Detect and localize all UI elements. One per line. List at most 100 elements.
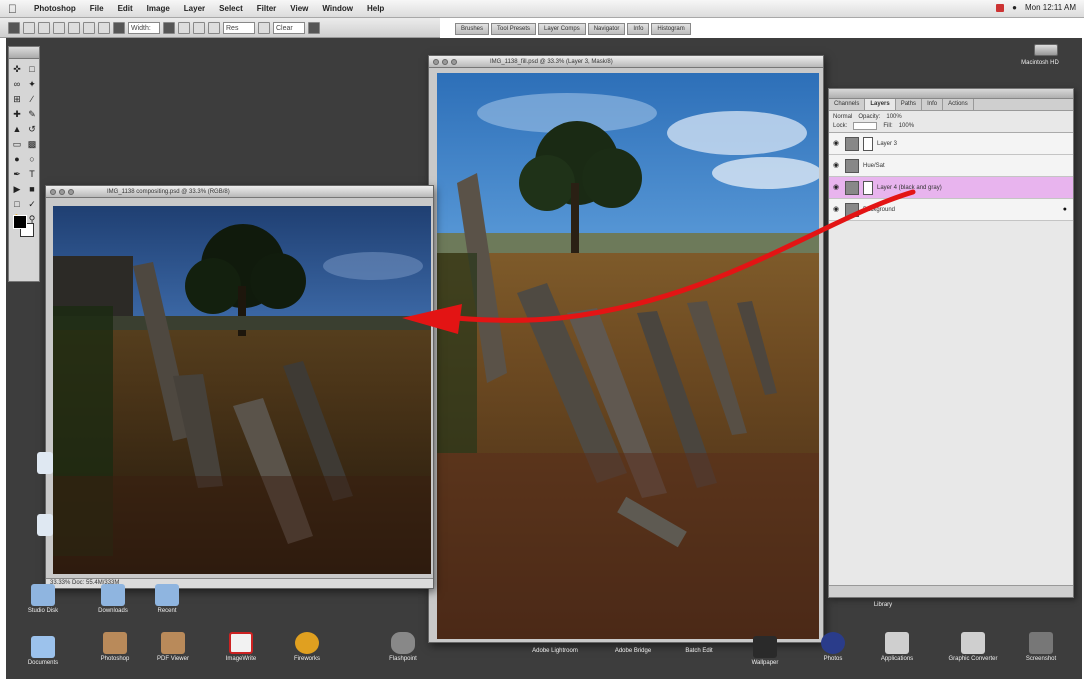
clear-button[interactable]: Clear [273, 21, 305, 34]
option-button[interactable] [98, 21, 110, 34]
path-select-icon[interactable]: ▶ [10, 182, 24, 196]
desktop-icon[interactable]: Flashpoint [368, 632, 438, 662]
well-tab-brushes[interactable]: Brushes [455, 23, 490, 35]
document-canvas-photo[interactable] [53, 206, 431, 574]
well-tab-info[interactable]: Info [627, 23, 650, 35]
desktop-icon[interactable]: Recent [132, 584, 202, 614]
option-button[interactable] [23, 21, 35, 34]
menu-select[interactable]: Select [212, 4, 250, 13]
pen-tool-icon[interactable]: ✒ [10, 167, 24, 181]
desktop-icon[interactable]: Studio Disk [8, 584, 78, 614]
lasso-tool-icon[interactable]: ∞ [10, 77, 24, 91]
hard-drive-icon[interactable] [1034, 44, 1058, 56]
history-brush-icon[interactable]: ↺ [25, 122, 39, 136]
menu-view[interactable]: View [283, 4, 315, 13]
layer-mask-thumbnail[interactable] [863, 180, 873, 195]
fill-field[interactable]: 100% [899, 123, 914, 129]
marquee-tool-icon[interactable]: □ [25, 62, 39, 76]
gradient-tool-icon[interactable]: ▩ [25, 137, 39, 151]
well-tab-tool-presets[interactable]: Tool Presets [491, 23, 537, 35]
zoom-window-icon[interactable] [68, 188, 74, 195]
tab-layers[interactable]: Layers [865, 99, 896, 110]
option-button[interactable] [258, 21, 270, 34]
shape-tool-icon[interactable]: ■ [25, 182, 39, 196]
foreground-color-swatch[interactable] [13, 215, 27, 229]
option-button[interactable] [83, 21, 95, 34]
slice-tool-icon[interactable]: ∕ [25, 92, 39, 106]
minimize-window-icon[interactable] [59, 188, 65, 195]
minimize-window-icon[interactable] [442, 58, 448, 65]
desktop-icon[interactable]: Fireworks [272, 632, 342, 662]
eyedropper-icon[interactable]: ✓ [25, 197, 39, 211]
layer-row[interactable]: ◉ Background ● [829, 199, 1073, 221]
desktop-icon[interactable]: Documents [8, 636, 78, 666]
crop-tool-icon[interactable] [8, 21, 20, 34]
magic-wand-icon[interactable]: ✦ [25, 77, 39, 91]
crop-tool-icon[interactable]: ⊞ [10, 92, 24, 106]
menu-photoshop[interactable]: Photoshop [27, 4, 83, 13]
toolbox-titlebar[interactable] [9, 47, 39, 59]
option-button[interactable] [178, 21, 190, 34]
apple-menu-icon[interactable]:  [8, 2, 17, 16]
layers-panel-titlebar[interactable] [829, 89, 1073, 99]
input-flag-icon[interactable] [996, 3, 1005, 12]
tab-info[interactable]: Info [922, 99, 944, 110]
zoom-window-icon[interactable] [451, 58, 457, 65]
healing-brush-icon[interactable]: ✚ [10, 107, 24, 121]
menu-edit[interactable]: Edit [111, 4, 140, 13]
menu-help[interactable]: Help [360, 4, 391, 13]
desktop-icon[interactable]: Library [848, 600, 918, 608]
desktop-icon[interactable]: Wallpaper [730, 636, 800, 666]
well-tab-histogram[interactable]: Histogram [651, 23, 691, 35]
desktop-icon[interactable]: ImageWrite [206, 632, 276, 662]
notes-tool-icon[interactable]: □ [10, 197, 24, 211]
desktop-icon[interactable] [10, 514, 80, 536]
move-tool-icon[interactable]: ✜ [10, 62, 24, 76]
layer-row-selected[interactable]: ◉ Layer 4 (black and gray) [829, 177, 1073, 199]
close-window-icon[interactable] [50, 188, 56, 195]
desktop-icon[interactable]: Screenshot [1006, 632, 1076, 662]
blur-tool-icon[interactable]: ● [10, 152, 24, 166]
dodge-tool-icon[interactable]: ○ [25, 152, 39, 166]
document-canvas-photo[interactable] [437, 73, 819, 639]
option-button[interactable] [53, 21, 65, 34]
menu-filter[interactable]: Filter [250, 4, 284, 13]
menu-image[interactable]: Image [140, 4, 177, 13]
lock-toggles[interactable] [853, 121, 878, 130]
desktop-icon[interactable]: Photos [798, 632, 868, 662]
tab-actions[interactable]: Actions [943, 99, 974, 110]
option-button[interactable] [208, 21, 220, 34]
option-button[interactable] [38, 21, 50, 34]
menu-clock[interactable]: Mon 12:11 AM [1025, 3, 1076, 12]
option-button[interactable] [193, 21, 205, 34]
desktop-icon[interactable]: PDF Viewer [138, 632, 208, 662]
volume-icon[interactable]: ● [1012, 3, 1017, 12]
desktop-icon[interactable] [10, 452, 80, 474]
option-button[interactable] [308, 21, 320, 34]
close-window-icon[interactable] [433, 58, 439, 65]
menu-window[interactable]: Window [315, 4, 360, 13]
width-field[interactable]: Width: [128, 21, 160, 34]
type-tool-icon[interactable]: T [25, 167, 39, 181]
eye-icon[interactable]: ◉ [833, 206, 841, 214]
desktop-icon[interactable]: Adobe Lightroom [520, 646, 590, 654]
document-titlebar[interactable]: IMG_1138_fill.psd @ 33.3% (Layer 3, Mask… [429, 56, 823, 68]
swap-icon[interactable] [163, 21, 175, 34]
menu-layer[interactable]: Layer [177, 4, 212, 13]
desktop-icon[interactable]: Graphic Converter [938, 632, 1008, 662]
well-tab-layer-comps[interactable]: Layer Comps [538, 23, 586, 35]
layer-mask-thumbnail[interactable] [863, 136, 873, 151]
opacity-field[interactable]: 100% [886, 114, 901, 120]
option-button[interactable] [68, 21, 80, 34]
layer-row[interactable]: ◉ Hue/Sat [829, 155, 1073, 177]
eraser-tool-icon[interactable]: ▭ [10, 137, 24, 151]
stamp-tool-icon[interactable]: ▲ [10, 122, 24, 136]
option-button[interactable] [113, 21, 125, 34]
eye-icon[interactable]: ◉ [833, 162, 841, 170]
well-tab-navigator[interactable]: Navigator [587, 23, 626, 35]
tab-paths[interactable]: Paths [896, 99, 923, 110]
desktop-icon[interactable]: Adobe Bridge [598, 646, 668, 654]
blend-mode-select[interactable]: Normal [833, 114, 852, 120]
layer-row[interactable]: ◉ Layer 3 [829, 133, 1073, 155]
eye-icon[interactable]: ◉ [833, 184, 841, 192]
